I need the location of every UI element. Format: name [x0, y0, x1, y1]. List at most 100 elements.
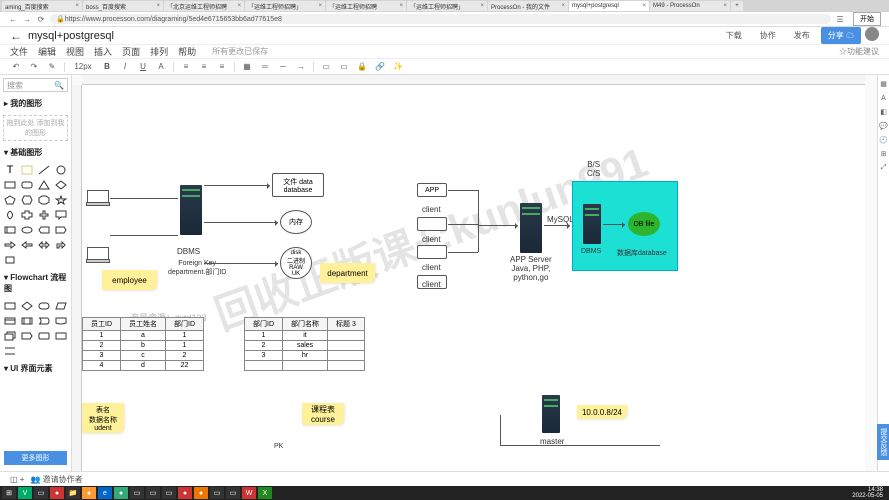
plus-shape[interactable] [37, 209, 51, 221]
tab-3[interactable]: 「运维工程师招聘」× [245, 1, 325, 11]
callout-shape[interactable] [54, 209, 68, 221]
menu-view[interactable]: 视图 [66, 45, 84, 58]
close-icon[interactable]: × [723, 3, 727, 9]
employee-sticky[interactable]: employee [102, 270, 157, 290]
drop-zone[interactable]: 拖到此处 添加到我的图形 [3, 115, 68, 141]
basic-shapes-title[interactable]: ▾ 基础图形 [0, 144, 71, 161]
fc12[interactable] [54, 330, 68, 342]
back-arrow-icon[interactable]: ← [10, 29, 22, 43]
fc6[interactable] [20, 315, 34, 327]
more-shapes-button[interactable]: 更多图形 [4, 451, 67, 465]
feature-suggest[interactable]: ☆功能建议 [839, 46, 879, 57]
bold-button[interactable]: B [101, 61, 113, 73]
fc11[interactable] [37, 330, 51, 342]
mysql-box[interactable]: DBMS DB file 数据库database [572, 181, 678, 271]
connector-button[interactable]: → [295, 61, 307, 73]
arrow-right-shape[interactable] [3, 239, 17, 251]
app-16[interactable]: X [258, 487, 272, 499]
line-style-button[interactable]: ─ [277, 61, 289, 73]
download-button[interactable]: 下载 [719, 27, 749, 44]
tab-6[interactable]: ProcessOn - 我的文件× [488, 1, 568, 11]
close-icon[interactable]: × [561, 3, 565, 9]
close-icon[interactable]: × [642, 3, 646, 9]
department-sticky[interactable]: department [320, 263, 375, 283]
nav-icon[interactable]: ▦ [879, 79, 889, 89]
note-shape[interactable] [20, 164, 34, 176]
app-7[interactable]: ● [114, 487, 128, 499]
close-icon[interactable]: × [75, 3, 79, 9]
share-button[interactable]: 分享 ☁ [821, 27, 861, 44]
tab-7-active[interactable]: mysql+postgresql× [569, 1, 649, 11]
tab-0[interactable]: aming_百度搜索× [2, 1, 82, 11]
close-icon[interactable]: × [399, 3, 403, 9]
arrow-left-shape[interactable] [20, 239, 34, 251]
align-left-button[interactable]: ≡ [180, 61, 192, 73]
drop-shape[interactable] [3, 209, 17, 221]
fc-process[interactable] [3, 300, 17, 312]
cross-shape[interactable] [20, 209, 34, 221]
app-15[interactable]: W [242, 487, 256, 499]
avatar[interactable] [865, 27, 879, 41]
memory-circle[interactable]: 内存 [280, 210, 312, 234]
fill-color-button[interactable]: ▦ [241, 61, 253, 73]
flowchart-title[interactable]: ▾ Flowchart 流程图 [0, 269, 71, 297]
shape-search-input[interactable]: 搜索🔍 [3, 78, 68, 92]
laptop-shape[interactable] [87, 190, 109, 204]
close-icon[interactable]: × [237, 3, 241, 9]
app-8[interactable]: ▭ [130, 487, 144, 499]
url-input[interactable]: 🔒 https://www.processon.com/diagraming/5… [50, 14, 831, 24]
fc13[interactable] [3, 345, 17, 357]
ip-sticky[interactable]: 10.0.0.8/24 [577, 405, 627, 419]
my-shapes-title[interactable]: ▸ 我的图形 [0, 95, 71, 112]
app-5[interactable]: ● [82, 487, 96, 499]
text-shape[interactable]: T [3, 164, 17, 176]
s1[interactable] [3, 224, 17, 236]
app-4[interactable]: 📁 [66, 487, 80, 499]
fc5[interactable] [3, 315, 17, 327]
new-tab-button[interactable]: + [731, 1, 743, 11]
highlight-button[interactable]: ✨ [392, 61, 404, 73]
app-10[interactable]: ▭ [162, 487, 176, 499]
taskbar-clock[interactable]: 14:382022-05-05 [848, 487, 887, 499]
app-6[interactable]: e [98, 487, 112, 499]
layers-icon[interactable]: ◧ [879, 107, 889, 117]
app-box[interactable]: APP [417, 183, 447, 197]
arrow-bi-shape[interactable] [37, 239, 51, 251]
fc-decision[interactable] [20, 300, 34, 312]
fc7[interactable] [37, 315, 51, 327]
triangle-shape[interactable] [37, 179, 51, 191]
canvas[interactable]: 回收正版课+:kunlun991 海量资源：itxtd123 B/S C/S D… [82, 85, 865, 481]
start-menu[interactable]: ⊞ [2, 487, 16, 499]
format-painter-button[interactable]: ✎ [46, 61, 58, 73]
menu-page[interactable]: 页面 [122, 45, 140, 58]
department-table[interactable]: 部门ID部门名称标题 3 1it 2sales 3hr [244, 317, 365, 371]
diamond-shape[interactable] [54, 179, 68, 191]
lock-button[interactable]: 🔒 [356, 61, 368, 73]
font-size-input[interactable]: 12px [71, 61, 95, 73]
page-icon[interactable]: ◫ + [10, 475, 24, 484]
app-11[interactable]: ● [178, 487, 192, 499]
italic-button[interactable]: I [119, 61, 131, 73]
client-box-3[interactable] [417, 245, 447, 259]
start-button[interactable]: 开始 [853, 12, 881, 26]
style-icon[interactable]: A [879, 93, 889, 103]
back-button[interactable]: ← [8, 14, 18, 24]
refresh-button[interactable]: ⟳ [36, 14, 46, 24]
menu-insert[interactable]: 插入 [94, 45, 112, 58]
close-icon[interactable]: × [156, 3, 160, 9]
octagon-shape[interactable] [37, 194, 51, 206]
app-1[interactable]: V [18, 487, 32, 499]
line-shape[interactable] [37, 164, 51, 176]
menu-help[interactable]: 帮助 [178, 45, 196, 58]
feedback-tab[interactable]: 提交反馈 [877, 424, 889, 460]
menu-icon[interactable]: ☰ [835, 14, 845, 24]
course-sticky[interactable]: 课程表 course [302, 403, 344, 425]
s3[interactable] [37, 224, 51, 236]
history-icon[interactable]: 🕘 [879, 135, 889, 145]
rect-shape[interactable] [3, 179, 17, 191]
tab-5[interactable]: 「运维工程师招聘」× [407, 1, 487, 11]
app-9[interactable]: ▭ [146, 487, 160, 499]
doc-title[interactable]: mysql+postgresql [28, 30, 114, 42]
circle-shape[interactable] [54, 164, 68, 176]
back-button-z[interactable]: ▭ [338, 61, 350, 73]
